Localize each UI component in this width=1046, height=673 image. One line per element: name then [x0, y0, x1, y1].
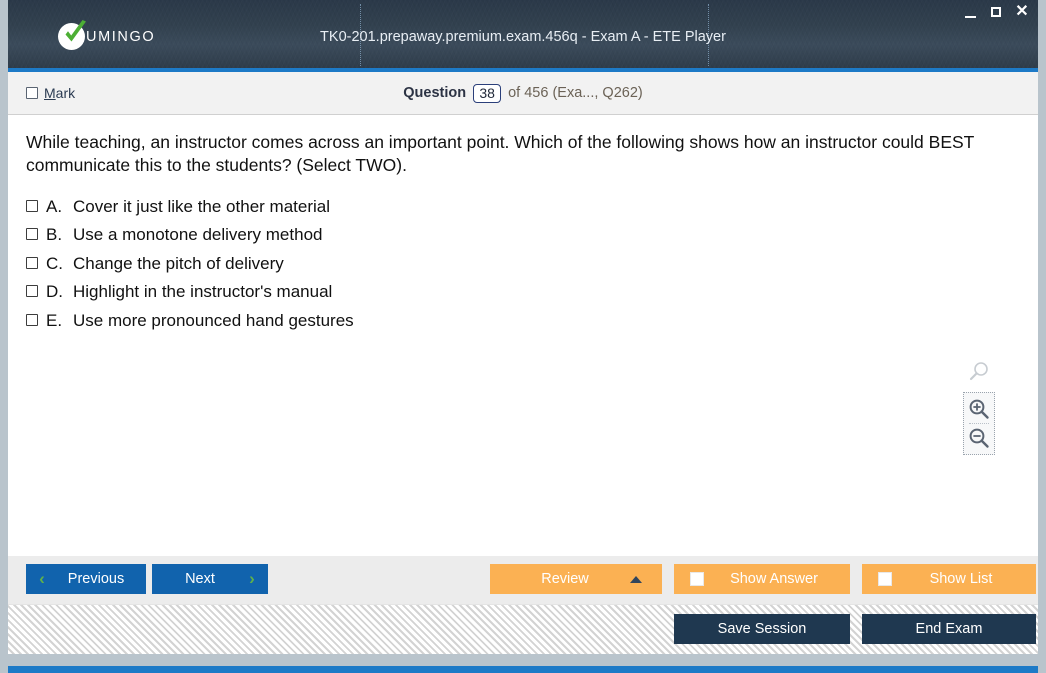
question-total-label: of 456 (Exa..., Q262): [508, 85, 643, 101]
answer-text-a: Cover it just like the other material: [73, 196, 330, 216]
magnifier-plus-icon[interactable]: [968, 398, 990, 420]
navigation-bar: ‹ Previous Next › Review Show Answer Sho…: [8, 555, 1038, 604]
save-session-button[interactable]: Save Session: [674, 614, 850, 644]
magnifier-minus-icon[interactable]: [968, 427, 990, 449]
question-counter: Question 38 of 456 (Exa..., Q262): [8, 83, 1038, 103]
answer-checkbox-b[interactable]: [26, 228, 38, 241]
answer-letter-d: D.: [46, 282, 63, 302]
question-word: Question: [403, 85, 467, 101]
ete-player-window: UMINGO TK0-201.prepaway.premium.exam.456…: [0, 0, 1046, 673]
answer-options-list: A. Cover it just like the other material…: [26, 195, 1038, 334]
close-icon[interactable]: ✕: [1014, 4, 1030, 20]
question-header-bar: Mark Question 38 of 456 (Exa..., Q262): [8, 72, 1038, 115]
show-answer-label: Show Answer: [730, 571, 818, 587]
show-list-label: Show List: [929, 571, 993, 587]
answer-letter-a: A.: [46, 196, 63, 216]
answer-checkbox-e[interactable]: [26, 314, 38, 327]
show-list-button[interactable]: Show List: [862, 564, 1036, 594]
answer-letter-c: C.: [46, 253, 63, 273]
review-button[interactable]: Review: [490, 564, 662, 594]
previous-button-label: Previous: [67, 571, 125, 587]
review-button-label: Review: [541, 571, 589, 587]
bottom-accent-bar: [8, 666, 1038, 673]
question-number-input[interactable]: 38: [473, 83, 502, 103]
answer-checkbox-d[interactable]: [26, 285, 38, 298]
footer-bar: Save Session End Exam: [8, 604, 1038, 654]
question-content-area: While teaching, an instructor comes acro…: [8, 115, 1038, 555]
mark-checkbox[interactable]: [26, 87, 38, 99]
next-button[interactable]: Next ›: [152, 564, 268, 594]
zoom-tool-panel: [962, 361, 996, 455]
answer-letter-b: B.: [46, 225, 63, 245]
zoom-buttons-box: [963, 392, 995, 455]
answer-option-a[interactable]: A. Cover it just like the other material: [26, 195, 1038, 220]
show-list-checkbox[interactable]: [878, 572, 892, 586]
next-button-label: Next: [185, 571, 215, 587]
title-bar: UMINGO TK0-201.prepaway.premium.exam.456…: [8, 0, 1038, 72]
answer-option-b[interactable]: B. Use a monotone delivery method: [26, 223, 1038, 248]
answer-text-e: Use more pronounced hand gestures: [73, 311, 354, 331]
answer-letter-e: E.: [46, 311, 63, 331]
maximize-icon[interactable]: [988, 4, 1004, 20]
show-answer-checkbox[interactable]: [690, 572, 704, 586]
window-controls: ✕: [962, 4, 1030, 20]
magnifier-icon[interactable]: [968, 361, 990, 388]
answer-option-e[interactable]: E. Use more pronounced hand gestures: [26, 309, 1038, 334]
answer-checkbox-a[interactable]: [26, 199, 38, 212]
answer-text-c: Change the pitch of delivery: [73, 253, 284, 273]
answer-text-d: Highlight in the instructor's manual: [73, 282, 333, 302]
window-title: TK0-201.prepaway.premium.exam.456q - Exa…: [320, 29, 726, 45]
mark-label: Mark: [44, 85, 75, 101]
chevron-up-icon: [630, 575, 642, 583]
answer-option-c[interactable]: C. Change the pitch of delivery: [26, 252, 1038, 277]
previous-button[interactable]: ‹ Previous: [26, 564, 146, 594]
answer-option-d[interactable]: D. Highlight in the instructor's manual: [26, 280, 1038, 305]
mark-checkbox-group[interactable]: Mark: [26, 85, 75, 101]
mark-accel-letter: M: [44, 85, 56, 101]
mark-label-rest: ark: [55, 85, 76, 101]
end-exam-button[interactable]: End Exam: [862, 614, 1036, 644]
show-answer-button[interactable]: Show Answer: [674, 564, 850, 594]
minimize-icon[interactable]: [962, 4, 978, 20]
answer-text-b: Use a monotone delivery method: [73, 225, 323, 245]
answer-checkbox-c[interactable]: [26, 256, 38, 269]
zoom-separator: [969, 423, 989, 424]
chevron-right-icon: ›: [249, 569, 255, 588]
question-text: While teaching, an instructor comes acro…: [26, 132, 975, 175]
chevron-left-icon: ‹: [39, 569, 45, 588]
